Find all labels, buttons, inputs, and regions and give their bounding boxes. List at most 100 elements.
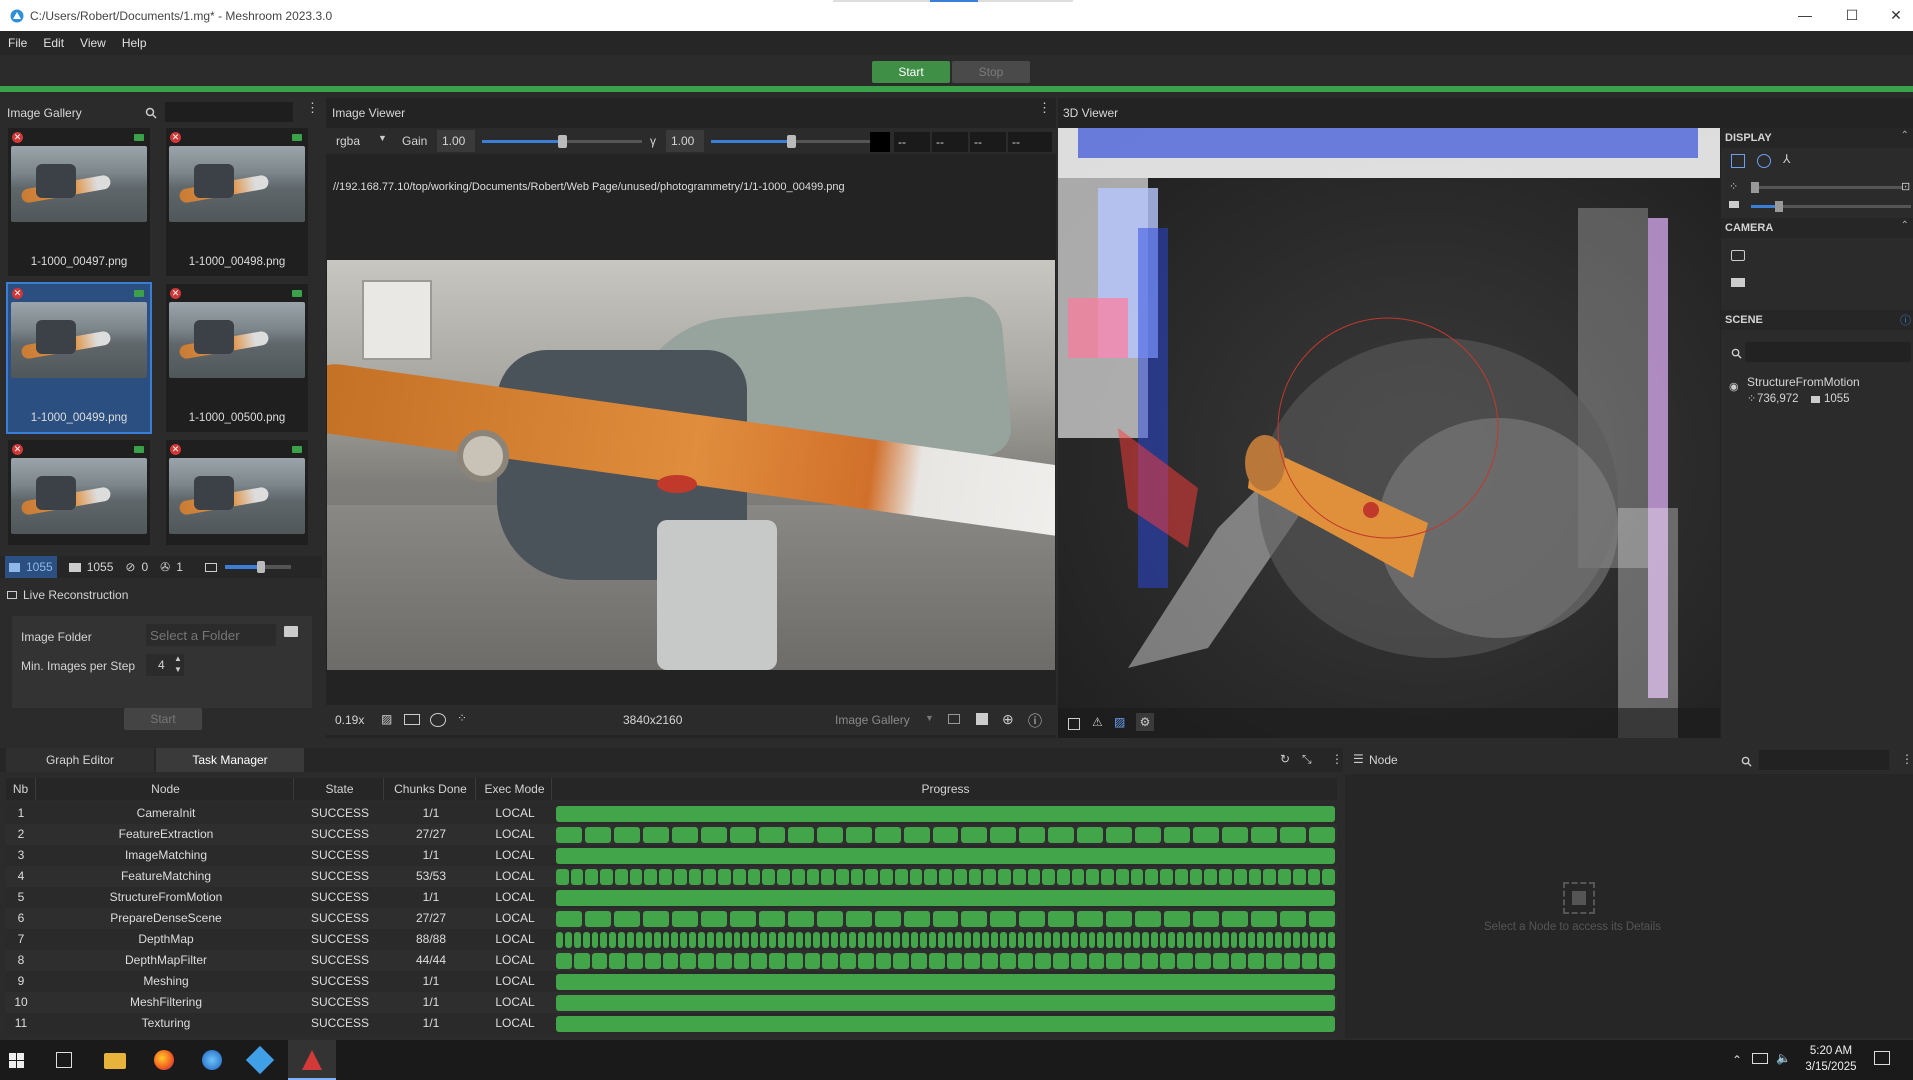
grid-icon[interactable]: ▨: [1114, 715, 1125, 729]
frame-icon[interactable]: [404, 714, 420, 725]
delete-icon[interactable]: ✕: [170, 444, 181, 455]
viewer-menu-icon[interactable]: ⋮: [1038, 101, 1051, 114]
tray-chevron-icon[interactable]: ⌃: [1732, 1053, 1742, 1067]
firefox-icon[interactable]: [154, 1050, 174, 1070]
sphere-icon[interactable]: [430, 713, 446, 727]
3d-canvas[interactable]: ⚠ ▨ ⚙: [1058, 128, 1720, 738]
folder-icon[interactable]: [284, 626, 298, 637]
search-icon[interactable]: [145, 107, 157, 119]
point-size-slider[interactable]: [1751, 182, 1903, 193]
video-camera-icon[interactable]: [1731, 278, 1745, 287]
display-section-header[interactable]: DISPLAY ⌃: [1721, 128, 1913, 148]
gallery-thumb[interactable]: ✕ 1-1000_00498.png: [166, 128, 308, 276]
search-icon[interactable]: [1731, 348, 1742, 359]
menu-icon[interactable]: ⋮: [1901, 752, 1913, 766]
gallery-thumb-selected[interactable]: ✕ 1-1000_00499.png: [6, 282, 152, 434]
file-explorer-icon[interactable]: [104, 1053, 126, 1069]
table-row[interactable]: 10 MeshFiltering SUCCESS 1/1 LOCAL: [6, 992, 1337, 1013]
minimize-button[interactable]: —: [1785, 4, 1825, 26]
tab-task-manager[interactable]: Task Manager: [156, 748, 304, 772]
delete-icon[interactable]: ✕: [12, 288, 23, 299]
refresh-icon[interactable]: ↻: [1280, 752, 1290, 766]
header-exec-mode[interactable]: Exec Mode: [478, 778, 552, 800]
rig-icon[interactable]: ✇: [160, 560, 170, 574]
table-row[interactable]: 1 CameraInit SUCCESS 1/1 LOCAL: [6, 803, 1337, 824]
gallery-thumb[interactable]: ✕: [8, 440, 150, 545]
warning-icon[interactable]: ⚠: [1092, 715, 1103, 729]
chevron-down-icon[interactable]: ▼: [925, 713, 934, 723]
delete-icon[interactable]: ✕: [12, 444, 23, 455]
stop-button[interactable]: Stop: [952, 61, 1030, 83]
network-icon[interactable]: [1752, 1053, 1768, 1064]
hatch-icon[interactable]: ▨: [381, 712, 392, 726]
thunderbird-icon[interactable]: [202, 1050, 222, 1070]
camera-scale-slider[interactable]: [1751, 201, 1911, 212]
volume-icon[interactable]: 🔈: [1776, 1051, 1791, 1065]
menu-icon[interactable]: ⋮: [1331, 752, 1343, 766]
start-button[interactable]: Start: [872, 61, 950, 83]
gamma-slider[interactable]: [711, 135, 871, 148]
export-icon[interactable]: [948, 714, 960, 724]
delete-icon[interactable]: ✕: [12, 132, 23, 143]
delete-icon[interactable]: ✕: [170, 288, 181, 299]
clock-time[interactable]: 5:20 AM: [1802, 1045, 1860, 1057]
delete-icon[interactable]: ✕: [170, 132, 181, 143]
table-row[interactable]: 9 Meshing SUCCESS 1/1 LOCAL: [6, 971, 1337, 992]
header-state[interactable]: State: [296, 778, 384, 800]
menu-file[interactable]: File: [0, 31, 35, 55]
clock-date[interactable]: 3/15/2025: [1802, 1061, 1860, 1073]
scene-search-input[interactable]: [1745, 342, 1911, 362]
thumbnail-size-slider[interactable]: [224, 561, 291, 573]
camera-section-header[interactable]: CAMERA ⌃: [1721, 218, 1913, 238]
maximize-button[interactable]: ☐: [1832, 4, 1872, 26]
close-button[interactable]: ✕: [1879, 4, 1913, 26]
header-node[interactable]: Node: [38, 778, 294, 800]
collapse-icon[interactable]: ⌃: [1901, 220, 1909, 231]
globe-icon[interactable]: ⊕: [1002, 711, 1014, 728]
grid-icon[interactable]: [1731, 154, 1745, 168]
menu-help[interactable]: Help: [114, 31, 155, 55]
app-icon[interactable]: [245, 1045, 275, 1075]
table-row[interactable]: 6 PrepareDenseScene SUCCESS 27/27 LOCAL: [6, 908, 1337, 929]
header-progress[interactable]: Progress: [554, 778, 1337, 800]
channel-select[interactable]: rgba: [336, 134, 360, 148]
info-icon[interactable]: ⓘ: [1900, 312, 1911, 328]
scene-section-header[interactable]: SCENE ⓘ: [1721, 310, 1913, 330]
table-row[interactable]: 4 FeatureMatching SUCCESS 53/53 LOCAL: [6, 866, 1337, 887]
task-view-icon[interactable]: [56, 1052, 72, 1068]
windows-start-icon[interactable]: [9, 1053, 24, 1068]
image-canvas[interactable]: [327, 260, 1055, 670]
menu-view[interactable]: View: [72, 31, 114, 55]
table-row[interactable]: 3 ImageMatching SUCCESS 1/1 LOCAL: [6, 845, 1337, 866]
gamma-input[interactable]: 1.00: [666, 130, 704, 152]
search-icon[interactable]: [1741, 756, 1752, 767]
images-filter[interactable]: 1055: [5, 556, 57, 578]
menu-edit[interactable]: Edit: [35, 31, 72, 55]
notification-icon[interactable]: [1874, 1051, 1890, 1065]
histogram-icon[interactable]: [976, 713, 988, 725]
features-icon[interactable]: ⁘: [457, 711, 467, 725]
gallery-thumb[interactable]: ✕: [166, 440, 308, 545]
min-images-spinbox[interactable]: 4 ▲ ▼: [146, 654, 184, 676]
gallery-thumb[interactable]: ✕ 1-1000_00500.png: [166, 284, 308, 432]
header-nb[interactable]: Nb: [6, 778, 36, 800]
chevron-down-icon[interactable]: ▼: [378, 133, 387, 143]
collapse-icon[interactable]: ⌃: [1901, 130, 1909, 141]
table-row[interactable]: 8 DepthMapFilter SUCCESS 44/44 LOCAL: [6, 950, 1337, 971]
gizmo-icon[interactable]: [1757, 154, 1771, 168]
gallery-search-input[interactable]: [165, 102, 293, 122]
table-row[interactable]: 2 FeatureExtraction SUCCESS 27/27 LOCAL: [6, 824, 1337, 845]
no-camera-icon[interactable]: ⊘: [125, 560, 135, 574]
table-row[interactable]: 11 Texturing SUCCESS 1/1 LOCAL: [6, 1013, 1337, 1034]
image-source-select[interactable]: Image Gallery: [835, 713, 910, 727]
node-search-input[interactable]: [1759, 750, 1889, 770]
shrink-icon[interactable]: ⤡: [1302, 752, 1312, 767]
camera-icon[interactable]: [1731, 250, 1745, 261]
axis-icon[interactable]: ⅄: [1783, 152, 1790, 166]
table-row[interactable]: 5 StructureFromMotion SUCCESS 1/1 LOCAL: [6, 887, 1337, 908]
live-reconstruction-header[interactable]: Live Reconstruction: [7, 588, 128, 602]
live-start-button[interactable]: Start: [124, 708, 202, 730]
gallery-thumb[interactable]: ✕ 1-1000_00497.png: [8, 128, 150, 276]
scene-item-name[interactable]: StructureFromMotion: [1747, 375, 1860, 389]
camera-icon[interactable]: [68, 562, 81, 572]
